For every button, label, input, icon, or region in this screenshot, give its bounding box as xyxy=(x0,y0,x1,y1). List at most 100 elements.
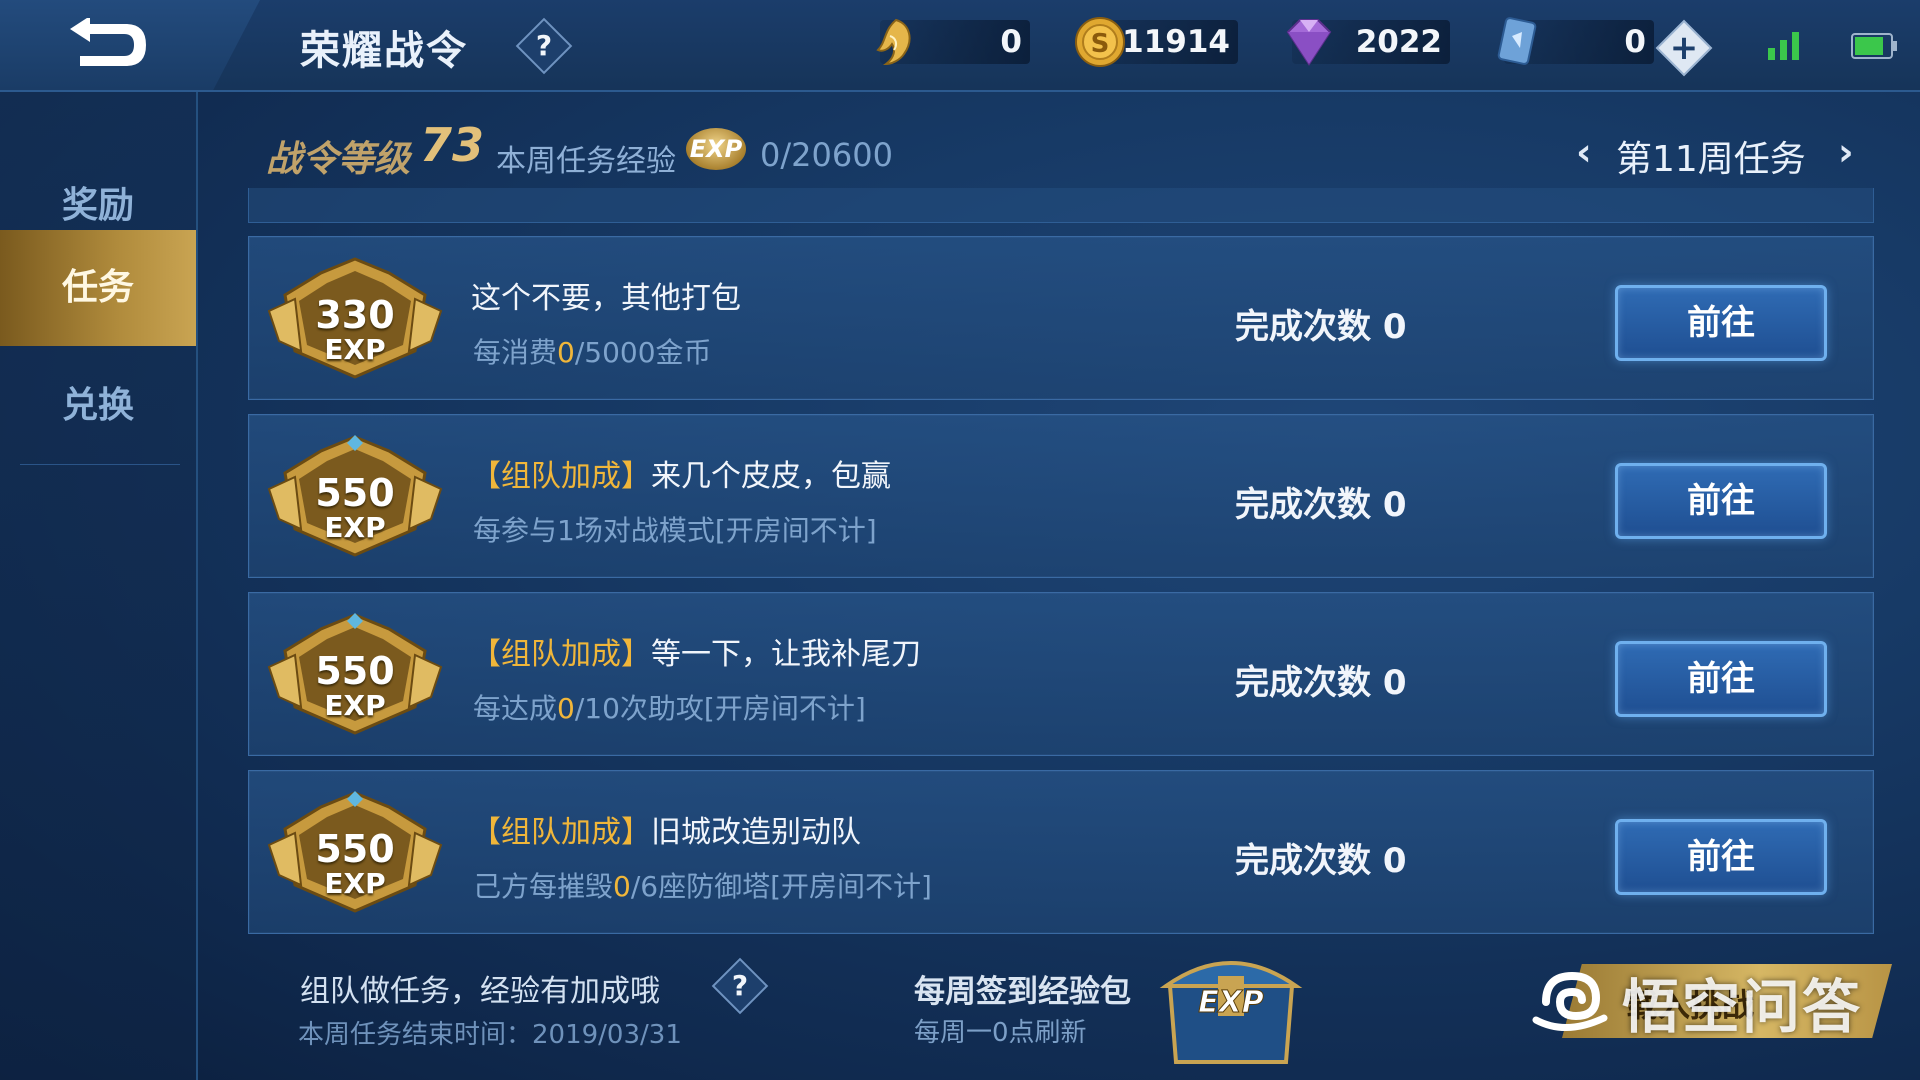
task-row: 550 EXP 【组队加成】等一下，让我补尾刀 每达成0/10次助攻[开房间不计… xyxy=(248,592,1874,756)
task-desc-before: 每消费 xyxy=(473,336,558,369)
task-description: 每消费0/5000金币 xyxy=(473,331,712,371)
task-exp-value: 550 xyxy=(315,827,395,871)
voucher-value: 0 xyxy=(1624,24,1646,60)
currency-gold: S 11914 xyxy=(1075,17,1238,67)
exp-chest-icon[interactable]: EXP xyxy=(1156,946,1306,1070)
plus-icon: + xyxy=(1669,28,1699,68)
battle-pass-screen: 荣耀战令 ? 0 S 11914 2022 0 + 奖励 任务 兑换 战令等级 … xyxy=(0,0,1920,1080)
task-title: 这个不要，其他打包 xyxy=(471,273,741,317)
task-row: 330 EXP 这个不要，其他打包 每消费0/5000金币 完成次数 0 前往 xyxy=(248,236,1874,400)
task-description: 己方每摧毁0/6座防御塔[开房间不计] xyxy=(473,865,932,905)
weekly-signin-title: 每周签到经验包 xyxy=(914,974,1131,1010)
go-button[interactable]: 前往 xyxy=(1615,641,1827,717)
task-progress: 0 xyxy=(557,692,575,725)
gold-coin-icon: S xyxy=(1075,17,1125,67)
task-exp-value: 550 xyxy=(315,649,395,693)
currency-voucher: 0 xyxy=(1497,17,1654,65)
week-navigator: ‹ 第11周任务 › xyxy=(1576,124,1866,180)
battery-icon xyxy=(1851,33,1897,59)
task-title: 【组队加成】等一下，让我补尾刀 xyxy=(471,629,921,673)
task-exp-unit: EXP xyxy=(324,511,386,544)
task-complete-count: 完成次数 0 xyxy=(1235,841,1407,881)
task-title: 【组队加成】旧城改造别动队 xyxy=(471,807,861,851)
task-desc-before: 每参与1场对战模式[开房间不计] xyxy=(473,514,877,547)
token-value: 0 xyxy=(1000,24,1022,60)
team-tip: 组队做任务，经验有加成哦 xyxy=(300,974,660,1009)
task-exp-value: 330 xyxy=(315,293,395,337)
task-description: 每达成0/10次助攻[开房间不计] xyxy=(473,687,866,727)
level-label: 战令等级 xyxy=(266,139,411,180)
week-label: 第11周任务 xyxy=(1616,139,1806,180)
task-desc-before: 己方每摧毁 xyxy=(473,870,614,903)
task-title-text: 等一下，让我补尾刀 xyxy=(651,637,921,672)
task-exp-unit: EXP xyxy=(324,867,386,900)
exp-medal-icon: 330 EXP xyxy=(265,255,445,381)
sidebar-item-exchange[interactable]: 兑换 xyxy=(0,348,196,464)
task-exp-value: 550 xyxy=(315,471,395,515)
task-progress: 0 xyxy=(613,870,631,903)
page-title: 荣耀战令 xyxy=(300,28,468,74)
diamond-icon xyxy=(1286,19,1332,66)
task-progress: 0 xyxy=(557,336,575,369)
exp-medal-icon: 550 EXP xyxy=(265,789,445,915)
currency-diamond: 2022 xyxy=(1286,19,1450,66)
currency-token: 0 xyxy=(876,18,1030,66)
level-row: 战令等级 73 本周任务经验 EXP 0/20600 ‹ 第11周任务 › xyxy=(266,118,1886,182)
task-desc-after: /10次助攻[开房间不计] xyxy=(574,692,866,725)
task-exp-unit: EXP xyxy=(324,689,386,722)
weekly-signin-refresh: 每周一0点刷新 xyxy=(914,1018,1087,1048)
sidebar: 奖励 任务 兑换 xyxy=(0,92,198,1080)
team-bonus-tag: 【组队加成】 xyxy=(471,815,651,850)
diamond-value: 2022 xyxy=(1355,24,1442,60)
go-button[interactable]: 前往 xyxy=(1615,463,1827,539)
exp-medal-icon: 550 EXP xyxy=(265,611,445,737)
level-value: 73 xyxy=(420,118,485,172)
task-row: 550 EXP 【组队加成】来几个皮皮，包赢 每参与1场对战模式[开房间不计] … xyxy=(248,414,1874,578)
sidebar-divider xyxy=(20,464,180,465)
task-complete-count: 完成次数 0 xyxy=(1235,307,1407,347)
task-exp-unit: EXP xyxy=(324,333,386,366)
task-desc-after: /5000金币 xyxy=(574,336,712,369)
exp-medal-icon: 550 EXP xyxy=(265,433,445,559)
svg-text:EXP: EXP xyxy=(1198,985,1264,1020)
gold-value: 11914 xyxy=(1122,24,1230,60)
back-arrow-icon xyxy=(70,18,146,66)
week-exp-value: 0/20600 xyxy=(760,136,893,174)
next-week-chevron-icon[interactable]: › xyxy=(1838,130,1854,174)
add-currency-button[interactable]: + xyxy=(1655,19,1713,77)
help-button[interactable]: ? xyxy=(515,17,573,75)
task-title: 【组队加成】来几个皮皮，包赢 xyxy=(471,451,891,495)
task-title-text: 这个不要，其他打包 xyxy=(471,281,741,316)
team-bonus-tag: 【组队加成】 xyxy=(471,459,651,494)
exp-badge-icon: EXP xyxy=(686,128,746,170)
task-title-text: 旧城改造别动队 xyxy=(651,815,861,850)
task-row: 550 EXP 【组队加成】旧城改造别动队 己方每摧毁0/6座防御塔[开房间不计… xyxy=(248,770,1874,934)
signal-icon xyxy=(1768,32,1799,60)
prev-week-chevron-icon[interactable]: ‹ xyxy=(1576,130,1592,174)
sidebar-item-tasks[interactable]: 任务 xyxy=(0,230,196,346)
task-desc-before: 每达成 xyxy=(473,692,558,725)
back-button[interactable] xyxy=(0,0,260,90)
week-exp-label: 本周任务经验 xyxy=(496,144,676,179)
top-bar: 荣耀战令 ? 0 S 11914 2022 0 + xyxy=(0,0,1920,92)
question-icon: ? xyxy=(731,969,749,1002)
task-description: 每参与1场对战模式[开房间不计] xyxy=(473,509,877,549)
team-help-button[interactable]: ? xyxy=(711,957,769,1015)
watermark-logo-icon xyxy=(1532,971,1608,1032)
task-desc-after: /6座防御塔[开房间不计] xyxy=(630,870,932,903)
voucher-card-icon xyxy=(1497,17,1537,65)
question-icon: ? xyxy=(535,29,553,62)
footer: 组队做任务，经验有加成哦 ? 本周任务结束时间：2019/03/31 每周签到经… xyxy=(196,930,1920,1080)
watermark-text: 悟空问答 xyxy=(1622,973,1863,1041)
task-complete-count: 完成次数 0 xyxy=(1235,485,1407,525)
token-icon xyxy=(876,18,911,66)
task-title-text: 来几个皮皮，包赢 xyxy=(651,459,891,494)
task-list-scroll-edge xyxy=(248,188,1874,223)
week-end-time: 本周任务结束时间：2019/03/31 xyxy=(298,1020,682,1050)
go-button[interactable]: 前往 xyxy=(1615,285,1827,361)
team-bonus-tag: 【组队加成】 xyxy=(471,637,651,672)
task-complete-count: 完成次数 0 xyxy=(1235,663,1407,703)
svg-text:S: S xyxy=(1091,29,1110,59)
watermark: 悟空问答 xyxy=(1526,950,1906,1050)
go-button[interactable]: 前往 xyxy=(1615,819,1827,895)
